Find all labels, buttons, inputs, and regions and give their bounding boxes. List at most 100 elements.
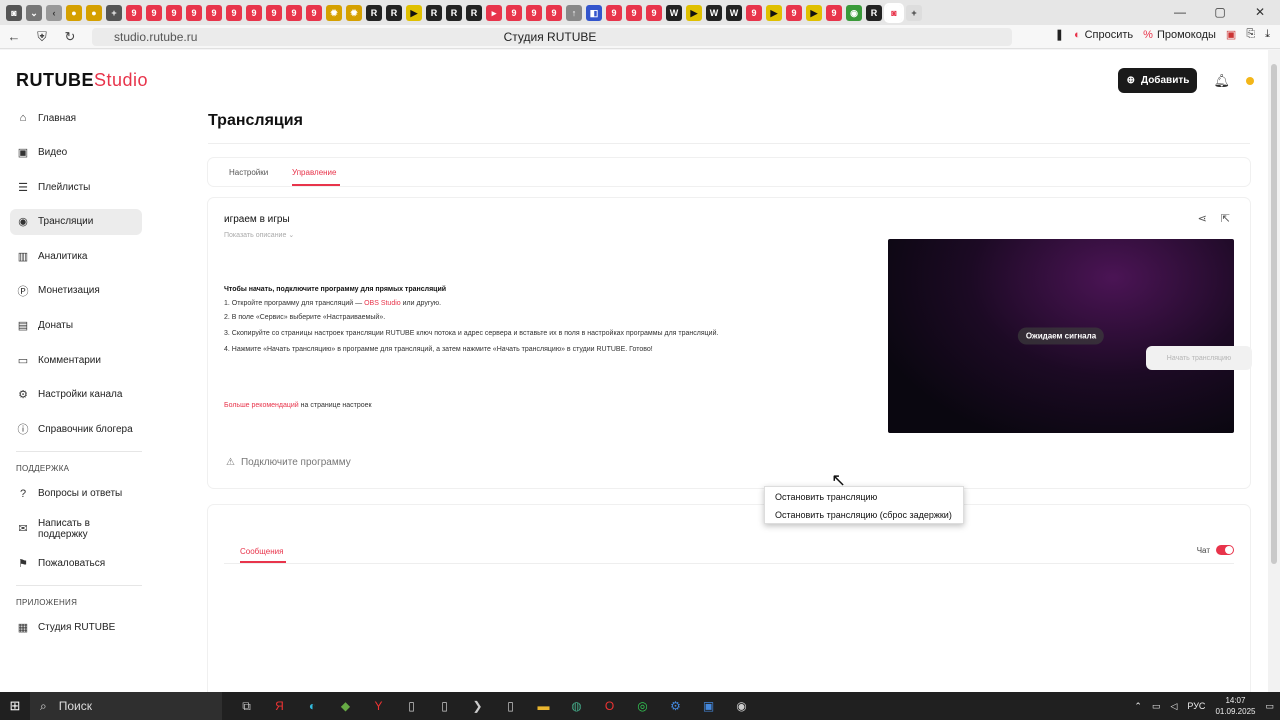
tab-favicon[interactable]: R <box>866 4 882 21</box>
download-arrow-icon[interactable]: ⤓ <box>1265 28 1270 41</box>
sidebar-item-blogger-guide[interactable]: ⓘ Справочник блогера <box>10 416 142 442</box>
tab-favicon[interactable]: 9 <box>146 4 162 21</box>
tab-favicon[interactable]: 9 <box>206 4 222 21</box>
chevron-up-icon[interactable]: ⌃ <box>1134 701 1142 712</box>
tab-favicon[interactable]: W <box>666 4 682 21</box>
obs-studio-link[interactable]: OBS Studio <box>364 300 401 307</box>
tab-favicon[interactable]: ● <box>86 4 102 21</box>
tab-favicon[interactable]: ⌄ <box>26 4 42 21</box>
clock[interactable]: 14:07 01.09.2025 <box>1215 695 1255 717</box>
minecraft-icon[interactable]: ◆ <box>329 699 362 714</box>
language-indicator[interactable]: РУС <box>1187 701 1205 711</box>
tab-favicon[interactable]: 9 <box>166 4 182 21</box>
menu-item-stop-stream[interactable]: Остановить трансляцию <box>775 492 877 502</box>
tab-favicon[interactable]: 9 <box>606 4 622 21</box>
yandex-icon[interactable]: Я <box>263 699 296 714</box>
tab-settings[interactable]: Настройки <box>229 168 268 177</box>
tab-favicon[interactable]: ↑ <box>566 4 582 21</box>
tab-favicon[interactable]: 9 <box>626 4 642 21</box>
tab-favicon[interactable]: 9 <box>126 4 142 21</box>
obs-icon[interactable]: ◉ <box>725 699 758 714</box>
close-icon[interactable]: ✕ <box>1240 0 1280 25</box>
tab-favicon[interactable]: ▶ <box>766 4 782 21</box>
sidebar-item-video[interactable]: ▣ Видео <box>10 140 142 166</box>
extension-icon[interactable]: ▣ <box>1226 28 1236 41</box>
notes-icon[interactable]: ▯ <box>494 699 527 714</box>
bookmark-icon[interactable]: ❚ <box>1055 28 1064 41</box>
menu-item-stop-stream-reset-delay[interactable]: Остановить трансляцию (сброс задержки) <box>775 510 952 520</box>
tab-favicon[interactable]: W <box>706 4 722 21</box>
notification-icon[interactable]: ▭ <box>1265 701 1274 712</box>
tab-favicon[interactable]: R <box>466 4 482 21</box>
volume-icon[interactable]: ◁ <box>1170 701 1177 712</box>
tab-favicon[interactable]: ▶ <box>686 4 702 21</box>
edge-icon[interactable]: ◐ <box>296 699 329 714</box>
tab-favicon[interactable]: R <box>426 4 442 21</box>
ask-button[interactable]: ◐ Спросить <box>1074 29 1133 41</box>
tab-favicon[interactable]: 9 <box>526 4 542 21</box>
chat-toggle[interactable] <box>1216 545 1234 555</box>
bell-icon[interactable]: 🔔︎ <box>1213 73 1230 89</box>
whatsapp-icon[interactable]: ◎ <box>626 699 659 714</box>
downloads-icon[interactable]: ⎘ <box>1246 28 1255 41</box>
sidebar-item-monetization[interactable]: Ⓟ Монетизация <box>10 278 142 304</box>
tab-favicon[interactable]: ‹ <box>46 4 62 21</box>
tab-favicon[interactable]: 9 <box>786 4 802 21</box>
tab-favicon[interactable]: 9 <box>226 4 242 21</box>
windows-start-icon[interactable]: ⊞ <box>0 698 30 714</box>
tab-favicon[interactable]: ◧ <box>586 4 602 21</box>
tab-favicon[interactable]: ▶ <box>406 4 422 21</box>
tab-favicon[interactable]: 9 <box>826 4 842 21</box>
tab-favicon[interactable]: 9 <box>546 4 562 21</box>
more-recommendations-link[interactable]: Больше рекомендаций <box>224 402 299 409</box>
tab-management[interactable]: Управление <box>292 168 336 177</box>
tab-favicon[interactable]: ● <box>66 4 82 21</box>
app-icon[interactable]: ▣ <box>692 699 725 714</box>
yandex-browser-icon[interactable]: Y <box>362 699 395 714</box>
tab-favicon[interactable]: R <box>366 4 382 21</box>
sidebar-item-report[interactable]: ⚑ Пожаловаться <box>10 550 142 576</box>
network-icon[interactable]: ▭ <box>1152 701 1161 712</box>
sidebar-item-channel-settings[interactable]: ⚙ Настройки канала <box>10 382 142 408</box>
sidebar-item-home[interactable]: ⌂ Главная <box>10 105 142 131</box>
tab-favicon[interactable]: ▸ <box>486 4 502 21</box>
start-stream-button[interactable]: Начать трансляцию <box>1146 346 1252 370</box>
tab-favicon[interactable]: 9 <box>746 4 762 21</box>
sidebar-item-broadcasts[interactable]: ◉ Трансляции <box>10 208 142 235</box>
tab-favicon[interactable]: R <box>386 4 402 21</box>
tab-favicon[interactable]: 9 <box>506 4 522 21</box>
avatar[interactable] <box>1246 76 1254 85</box>
tab-favicon[interactable]: ◉ <box>846 4 862 21</box>
sidebar-item-playlists[interactable]: ☰ Плейлисты <box>10 174 142 200</box>
file-icon[interactable]: ▯ <box>395 699 428 714</box>
new-tab-icon[interactable]: + <box>906 4 922 21</box>
chrome-icon[interactable]: ◍ <box>560 699 593 714</box>
sidebar-item-studio-app[interactable]: ▦ Студия RUTUBE <box>10 615 142 641</box>
share-icon[interactable]: ⋖ <box>1198 212 1207 225</box>
taskbar-search[interactable]: ⌕ Поиск <box>30 692 222 720</box>
document-icon[interactable]: ▯ <box>428 699 461 714</box>
task-view-icon[interactable]: ⧉ <box>230 699 263 714</box>
tab-favicon[interactable]: 9 <box>266 4 282 21</box>
sidebar-item-donates[interactable]: ▤ Донаты <box>10 313 142 339</box>
folder-icon[interactable]: ▬ <box>527 699 560 714</box>
tab-favicon[interactable]: ✹ <box>346 4 362 21</box>
show-description-link[interactable]: Показать описание ⌄ <box>224 231 294 239</box>
sidebar-item-analytics[interactable]: ▥ Аналитика <box>10 243 142 269</box>
add-button[interactable]: ⊕ Добавить <box>1118 68 1198 93</box>
maximize-icon[interactable]: ▢ <box>1200 0 1240 25</box>
tab-favicon[interactable]: W <box>726 4 742 21</box>
sidebar-item-faq[interactable]: ? Вопросы и ответы <box>10 481 142 507</box>
terminal-icon[interactable]: ❯ <box>461 699 494 714</box>
sidebar-item-write-support[interactable]: ✉ Написать в поддержку <box>10 516 142 542</box>
rutube-studio-logo[interactable]: RUTUBEStudio <box>16 70 148 91</box>
tab-favicon[interactable]: 9 <box>306 4 322 21</box>
promo-button[interactable]: % Промокоды <box>1143 29 1216 41</box>
tab-favicon[interactable]: + <box>106 4 122 21</box>
tab-favicon[interactable]: ◙ <box>6 4 22 21</box>
page-scrollbar[interactable] <box>1268 50 1280 692</box>
scrollbar-thumb[interactable] <box>1271 64 1277 564</box>
tab-favicon[interactable]: R <box>446 4 462 21</box>
minimize-icon[interactable]: — <box>1160 0 1200 25</box>
app-icon[interactable]: ⚙ <box>659 699 692 714</box>
